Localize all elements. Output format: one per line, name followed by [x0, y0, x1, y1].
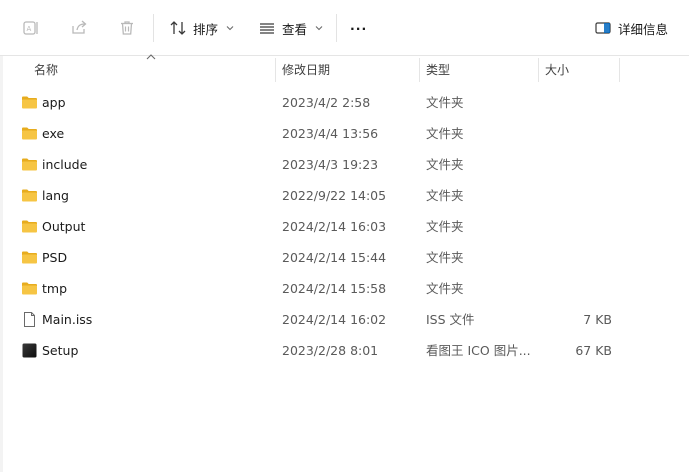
folder-icon: [21, 125, 38, 142]
file-type: ISS 文件: [426, 312, 475, 327]
delete-icon[interactable]: [113, 14, 141, 42]
file-size: 67 KB: [575, 343, 612, 358]
column-header-bar: 名称 修改日期 类型 大小: [0, 54, 689, 84]
file-date: 2023/4/4 13:56: [282, 126, 379, 141]
file-date: 2024/2/14 16:02: [282, 312, 387, 327]
folder-icon: [21, 94, 38, 111]
file-row[interactable]: exe 2023/4/4 13:56 文件夹: [0, 118, 689, 149]
file-row[interactable]: Output 2024/2/14 16:03 文件夹: [0, 211, 689, 242]
file-type: 文件夹: [426, 281, 464, 296]
file-size: 7 KB: [583, 312, 612, 327]
file-row[interactable]: lang 2022/9/22 14:05 文件夹: [0, 180, 689, 211]
details-label: 详细信息: [618, 21, 669, 37]
column-header-name[interactable]: 名称: [34, 56, 58, 84]
svg-text:A: A: [27, 25, 32, 33]
more-icon: ···: [350, 20, 368, 36]
file-name: exe: [42, 126, 65, 141]
view-list-icon: [260, 23, 274, 34]
file-row[interactable]: app 2023/4/2 2:58 文件夹: [0, 87, 689, 118]
file-date: 2024/2/14 15:58: [282, 281, 387, 296]
file-type: 文件夹: [426, 219, 464, 234]
sort-label: 排序: [193, 21, 219, 37]
file-name: lang: [42, 188, 69, 203]
folder-icon: [21, 187, 38, 204]
file-type: 文件夹: [426, 126, 464, 141]
file-row[interactable]: PSD 2024/2/14 15:44 文件夹: [0, 242, 689, 273]
command-bar: A 排序 查看 ··· 详细信息: [0, 0, 689, 56]
rename-icon[interactable]: A: [17, 14, 45, 42]
column-header-type[interactable]: 类型: [426, 56, 450, 84]
file-row[interactable]: Main.iss 2024/2/14 16:02 ISS 文件 7 KB: [0, 304, 689, 335]
file-row[interactable]: include 2023/4/3 19:23 文件夹: [0, 149, 689, 180]
file-type: 文件夹: [426, 250, 464, 265]
file-name: app: [42, 95, 66, 110]
file-date: 2024/2/14 16:03: [282, 219, 387, 234]
file-name: Setup: [42, 343, 79, 358]
details-pane-icon: [595, 22, 611, 34]
sort-icon: [170, 21, 186, 35]
column-divider[interactable]: [619, 58, 620, 82]
file-name: Main.iss: [42, 312, 93, 327]
file-date: 2023/4/3 19:23: [282, 157, 379, 172]
file-type: 看图王 ICO 图片...: [426, 343, 531, 358]
file-date: 2022/9/22 14:05: [282, 188, 387, 203]
file-name: tmp: [42, 281, 68, 296]
details-pane-button[interactable]: 详细信息: [594, 14, 668, 42]
column-header-modified[interactable]: 修改日期: [282, 56, 330, 84]
share-icon[interactable]: [65, 14, 93, 42]
column-header-size[interactable]: 大小: [545, 56, 569, 84]
image-file-icon: [21, 342, 38, 359]
file-date: 2023/2/28 8:01: [282, 343, 379, 358]
chevron-down-icon: [226, 26, 234, 31]
file-name: PSD: [42, 250, 68, 265]
column-divider[interactable]: [419, 58, 420, 82]
file-type: 文件夹: [426, 188, 464, 203]
file-type: 文件夹: [426, 157, 464, 172]
folder-icon: [21, 218, 38, 235]
column-divider[interactable]: [538, 58, 539, 82]
chevron-down-icon: [315, 26, 323, 31]
toolbar-separator: [336, 14, 337, 42]
toolbar-separator: [153, 14, 154, 42]
file-name: Output: [42, 219, 86, 234]
file-row[interactable]: tmp 2024/2/14 15:58 文件夹: [0, 273, 689, 304]
file-date: 2024/2/14 15:44: [282, 250, 387, 265]
file-row[interactable]: Setup 2023/2/28 8:01 看图王 ICO 图片... 67 KB: [0, 335, 689, 366]
file-name: include: [42, 157, 88, 172]
file-date: 2023/4/2 2:58: [282, 95, 371, 110]
more-options-button[interactable]: ···: [350, 14, 367, 42]
column-divider[interactable]: [275, 58, 276, 82]
view-button[interactable]: 查看: [258, 14, 323, 42]
view-label: 查看: [282, 21, 308, 37]
file-type: 文件夹: [426, 95, 464, 110]
folder-icon: [21, 249, 38, 266]
sort-ascending-icon: [146, 54, 156, 60]
folder-icon: [21, 280, 38, 297]
document-icon: [21, 311, 38, 328]
folder-icon: [21, 156, 38, 173]
sort-button[interactable]: 排序: [169, 14, 234, 42]
